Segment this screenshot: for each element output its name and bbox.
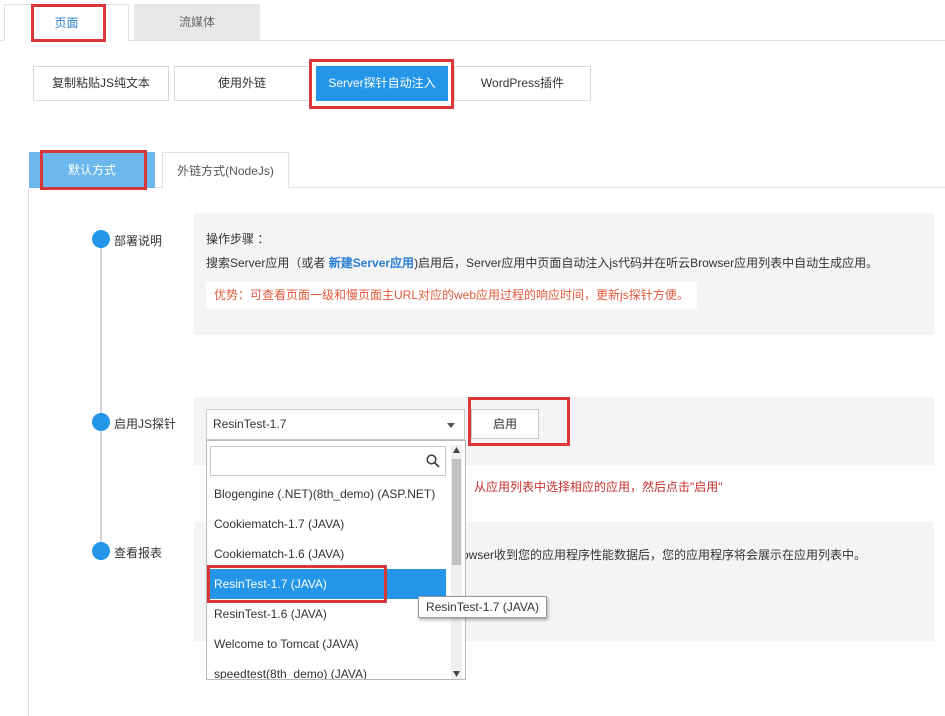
deploy-panel: 操作步骤 ： 搜索Server应用（或者 新建Server应用)启用后，Serv… (194, 213, 934, 335)
step-timeline (100, 238, 102, 554)
highlight-box-selected-option (207, 565, 387, 603)
scroll-up-arrow-icon[interactable] (453, 447, 460, 453)
top-tab-divider (0, 40, 945, 41)
dropdown-option[interactable]: ResinTest-1.6 (JAVA) (207, 599, 446, 629)
scroll-down-arrow-icon[interactable] (453, 671, 460, 677)
option-tooltip: ResinTest-1.7 (JAVA) (418, 596, 547, 618)
report-text: owser收到您的应用程序性能数据后，您的应用程序将会展示在应用列表中。 (462, 548, 867, 562)
advantage-note: 优势：可查看页面一级和慢页面主URL对应的web应用过程的响应时间，更新js探针… (206, 282, 697, 309)
dropdown-option[interactable]: speedtest(8th_demo) (JAVA) (207, 659, 446, 679)
deploy-desc-prefix: 搜索Server应用（或者 (206, 256, 329, 270)
highlight-box-enable-button (468, 397, 570, 446)
chevron-down-icon (447, 423, 455, 428)
dropdown-scrollbar[interactable] (451, 445, 462, 679)
step-label-enable: 启用JS探针 (114, 417, 177, 431)
highlight-box-page-tab (31, 4, 106, 42)
copy-js-text-button[interactable]: 复制粘贴JS纯文本 (33, 66, 169, 101)
highlight-box-server-probe (309, 59, 454, 109)
app-select[interactable]: ResinTest-1.7 (206, 409, 465, 440)
deploy-description: 搜索Server应用（或者 新建Server应用)启用后，Server应用中页面… (206, 254, 878, 271)
step-dot-report (92, 542, 110, 560)
app-dropdown-list[interactable]: Blogengine (.NET)(8th_demo) (ASP.NET) Co… (206, 440, 466, 680)
step-dot-enable (92, 413, 110, 431)
highlight-box-default-method (40, 150, 147, 190)
enable-hint: 从应用列表中选择相应的应用，然后点击"启用" (474, 480, 723, 494)
dropdown-option[interactable]: Cookiematch-1.7 (JAVA) (207, 509, 446, 539)
wordpress-plugin-button[interactable]: WordPress插件 (454, 66, 591, 101)
content-left-border (28, 187, 29, 716)
deploy-heading: 操作步骤 ： (206, 232, 270, 246)
dropdown-option[interactable]: Blogengine (.NET)(8th_demo) (ASP.NET) (207, 479, 446, 509)
step-label-report: 查看报表 (114, 546, 163, 560)
tab-streaming[interactable]: 流媒体 (134, 4, 260, 40)
dropdown-scrollbar-thumb[interactable] (452, 459, 461, 565)
deploy-desc-suffix: )启用后，Server应用中页面自动注入js代码并在听云Browser应用列表中… (414, 256, 879, 270)
dropdown-option[interactable]: Welcome to Tomcat (JAVA) (207, 629, 446, 659)
dropdown-search-input[interactable] (210, 446, 446, 476)
tab-nodejs-method[interactable]: 外链方式(NodeJs) (162, 152, 289, 188)
step-label-deploy: 部署说明 (114, 234, 163, 248)
app-select-value: ResinTest-1.7 (213, 417, 287, 431)
new-server-app-link[interactable]: 新建Server应用 (329, 256, 414, 270)
external-link-button[interactable]: 使用外链 (174, 66, 310, 101)
step-dot-deploy (92, 230, 110, 248)
search-icon (426, 454, 440, 468)
